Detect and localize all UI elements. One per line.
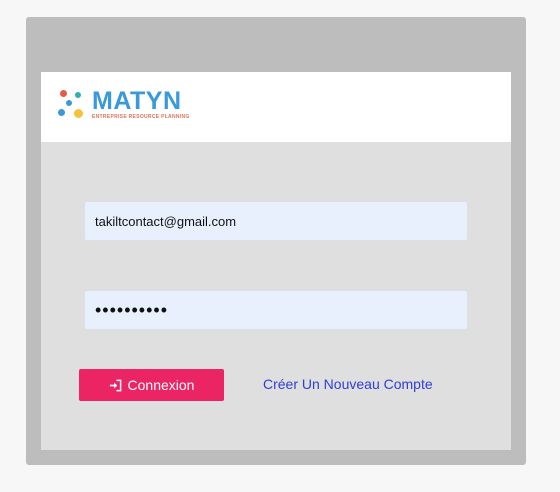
login-form: Connexion Créer Un Nouveau Compte <box>41 142 511 450</box>
create-account-link[interactable]: Créer Un Nouveau Compte <box>263 376 433 392</box>
login-button[interactable]: Connexion <box>79 369 224 401</box>
logo-name: MATYN <box>92 87 182 115</box>
logo-tagline: ENTREPRISE RESOURCE PLANNING <box>92 114 190 120</box>
sign-in-icon <box>109 379 122 392</box>
login-header: MATYN ENTREPRISE RESOURCE PLANNING <box>41 72 511 142</box>
molecule-dots-icon <box>58 90 86 120</box>
logo: MATYN ENTREPRISE RESOURCE PLANNING <box>58 87 198 122</box>
email-field[interactable] <box>85 202 467 240</box>
login-card: MATYN ENTREPRISE RESOURCE PLANNING Conne… <box>26 17 526 465</box>
password-field[interactable] <box>85 291 467 329</box>
login-button-label: Connexion <box>127 377 195 393</box>
